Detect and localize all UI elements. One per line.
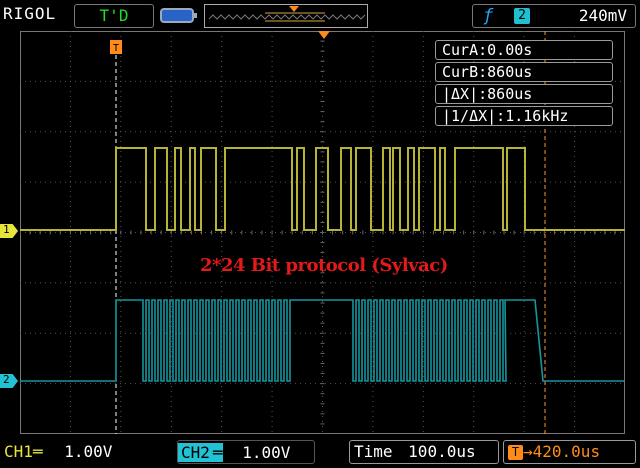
timebase-settings[interactable]: Time 100.0us [349, 440, 499, 464]
delta-x-readout: |ΔX|:860us [435, 84, 613, 104]
cursor-a-readout: CurA:0.00s [435, 40, 613, 60]
battery-icon [160, 8, 197, 23]
dc-coupling-icon: ═ [212, 443, 223, 462]
cursor-b-readout: CurB:860us [435, 62, 613, 82]
svg-text:T: T [113, 43, 119, 54]
bottom-status-bar: CH1═ 1.00V CH2 ═ 1.00V Time 100.0us T →420… [0, 436, 640, 468]
memory-waveform-icon [208, 6, 366, 22]
protocol-annotation: 2*24 Bit protocol (Sylvac) [200, 255, 448, 276]
memory-depth-indicator[interactable] [204, 4, 368, 28]
ch1-scale: 1.00V [64, 442, 113, 461]
trigger-position-icon [289, 6, 299, 12]
trigger-time-marker [318, 31, 330, 39]
arrow-icon: → [523, 442, 533, 461]
ch1-waveform [20, 147, 625, 231]
trigger-settings[interactable]: ƒ 2 240mV [472, 4, 636, 28]
ch2-label: CH2 [178, 443, 213, 462]
trigger-offset-icon: T [508, 445, 523, 460]
ch1-marker-label: 1 [3, 223, 10, 236]
ch2-scale: 1.00V [242, 443, 291, 462]
ch2-waveform [20, 299, 625, 382]
trigger-source-badge: 2 [514, 8, 530, 24]
ch1-settings[interactable]: CH1═ 1.00V [4, 440, 164, 464]
timebase-value: 100.0us [408, 442, 476, 461]
dc-coupling-icon: ═ [32, 442, 43, 461]
top-status-bar: RIGOL T'D ƒ 2 240mV [0, 0, 640, 31]
rising-edge-icon: ƒ [483, 6, 494, 26]
trigger-offset-value: 420.0us [532, 442, 601, 461]
ch2-marker-label: 2 [3, 373, 10, 386]
trigger-level: 240mV [578, 6, 627, 25]
inverse-delta-x-readout: |1/ΔX|:1.16kHz [435, 106, 613, 126]
ch1-label: CH1 [4, 442, 33, 461]
brand-label: RIGOL [3, 4, 57, 23]
trigger-offset-settings[interactable]: T →420.0us [503, 440, 636, 464]
trigger-status-badge: T'D [74, 4, 154, 28]
ch2-settings[interactable]: CH2 ═ 1.00V [177, 440, 315, 464]
time-label: Time [354, 442, 393, 461]
